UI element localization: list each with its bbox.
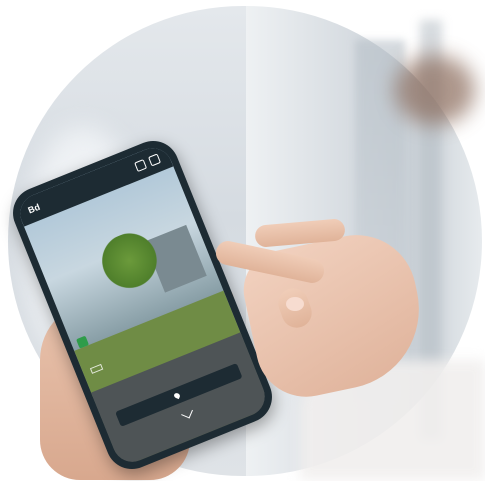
menu-icon[interactable] — [148, 153, 162, 167]
thumb-nail — [286, 297, 304, 311]
blurred-hand — [395, 55, 475, 125]
pin-icon — [173, 392, 181, 400]
header-icons — [134, 153, 162, 173]
app-logo: Bd — [26, 201, 42, 216]
brand-line-1 — [44, 201, 46, 207]
brand-name — [44, 201, 46, 207]
photo-scene: Bd — [0, 0, 485, 481]
menu-icon[interactable] — [134, 159, 148, 173]
